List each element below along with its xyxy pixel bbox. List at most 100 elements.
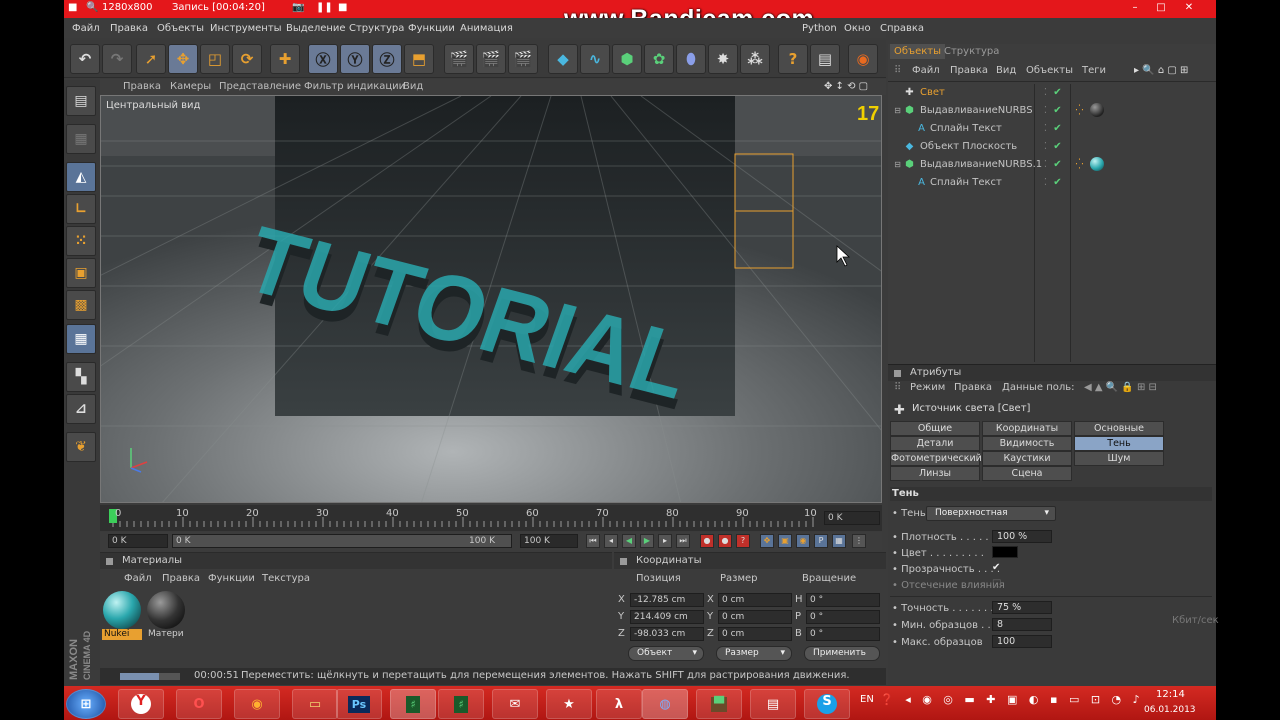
stop-icon[interactable]: ■ [338,2,347,13]
rotate-tool-button[interactable]: ⟳ [232,44,262,74]
keyframe-select-button[interactable]: ? [736,534,750,548]
end-frame-field[interactable]: 100 K [520,534,578,548]
object-row-extrude[interactable]: ⊟ ⬢ ВыдавливаниеNURBS ⁚ ✔ ⁛ [890,102,1212,120]
select-tool-button[interactable]: ➚ [136,44,166,74]
materials-menu-texture[interactable]: Текстура [262,573,310,584]
size-x-field[interactable]: 0 cm [718,593,792,607]
frame-range-slider[interactable]: 0 K 100 K [172,534,512,548]
layout-switch-button[interactable]: ◉ [848,44,878,74]
half-life-taskbar[interactable]: λ [596,689,642,719]
texture-mode-button[interactable]: ▦ [66,324,96,354]
key-param-button[interactable]: P [814,534,828,548]
layout-button[interactable]: ▤ [810,44,840,74]
size-y-field[interactable]: 0 cm [718,610,792,624]
object-row-text-spline-1[interactable]: A Сплайн Текст ⁚ ✔ [890,174,1212,192]
position-y-field[interactable]: 214.409 cm [630,610,704,624]
start-frame-field[interactable]: 0 K [108,534,168,548]
tray-icons[interactable]: ❓ ◂ ◉ ◎ ▬ ✚ ▣ ◐ ▪ ▭ ⊡ ◔ ♪ [880,693,1144,706]
play-button[interactable]: ▶ [640,534,654,548]
x-axis-button[interactable]: Ⓧ [308,44,338,74]
points-mode-button[interactable]: ⁙ [66,226,96,256]
attr-menu-edit[interactable]: Правка [954,382,992,393]
attr-menu-userdata[interactable]: Данные поль: [1002,382,1075,393]
polygons-mode-button[interactable]: ▩ [66,290,96,320]
object-row-extrude-1[interactable]: ⊟ ⬢ ВыдавливаниеNURBS.1 ⁚ ✔ ⁛ [890,156,1212,174]
objects-menu-file[interactable]: Файл [912,65,940,76]
tab-basic[interactable]: Общие [890,421,980,436]
tab-details[interactable]: Детали [890,436,980,451]
material-swatch[interactable]: Nukei [102,591,142,641]
objects-menu-view[interactable]: Вид [996,65,1016,76]
deformer-button[interactable]: ⬮ [676,44,706,74]
viewport-layout-button[interactable]: ▤ [66,86,96,116]
min-samples-field[interactable]: 8 [992,618,1052,631]
rotation-p-field[interactable]: 0 ° [806,610,880,624]
menu-animation[interactable]: Анимация [460,23,513,34]
language-indicator[interactable]: EN [860,694,874,705]
yandex-browser-taskbar[interactable]: Y [118,689,164,719]
visibility-dots-icon[interactable]: ⁚ [1040,159,1051,170]
visibility-dots-icon[interactable]: ⁚ [1040,141,1051,152]
camera-icon[interactable]: 📷 [292,2,304,13]
timeline-options-button[interactable]: ⋮ [852,534,866,548]
tab-shadow[interactable]: Тень [1074,436,1164,451]
viewport-menu-edit[interactable]: Правка [123,81,161,92]
menu-objects[interactable]: Объекты [157,23,204,34]
enabled-check-icon[interactable]: ✔ [1052,105,1063,116]
rotation-b-field[interactable]: 0 ° [806,627,880,641]
rotation-h-field[interactable]: 0 ° [806,593,880,607]
attr-menu-mode[interactable]: Режим [910,382,945,393]
pause-icon[interactable]: ❚❚ [316,2,333,13]
visibility-dots-icon[interactable]: ⁚ [1040,105,1051,116]
shadow-color-swatch[interactable] [992,546,1018,558]
apply-button[interactable]: Применить [804,646,880,661]
material-tag-icon[interactable] [1090,157,1104,171]
object-row-plane[interactable]: ◆ Объект Плоскость ⁚ ✔ [890,138,1212,156]
tab-noise[interactable]: Шум [1074,451,1164,466]
tab-scene[interactable]: Сцена [982,466,1072,481]
close-icon[interactable]: ✕ [1176,2,1202,16]
app-taskbar[interactable]: ♯ [438,689,484,719]
nurbs-button[interactable]: ⬢ [612,44,642,74]
enabled-check-icon[interactable]: ✔ [1052,177,1063,188]
model-mode-button[interactable]: ▦ [66,124,96,154]
coord-system-button[interactable]: ⬒ [404,44,434,74]
object-row-text-spline[interactable]: A Сплайн Текст ⁚ ✔ [890,120,1212,138]
coordinate-mode-dropdown[interactable]: Объект ▾ [628,646,704,661]
menu-tools[interactable]: Инструменты [210,23,282,34]
accuracy-field[interactable]: 75 % [992,601,1052,614]
z-axis-button[interactable]: Ⓩ [372,44,402,74]
sculpt-button[interactable]: ❦ [66,432,96,462]
menu-edit[interactable]: Правка [110,23,148,34]
y-axis-button[interactable]: Ⓨ [340,44,370,74]
autokey-button[interactable]: ● [718,534,732,548]
density-field[interactable]: 100 % [992,530,1052,543]
record-button[interactable]: ● [700,534,714,548]
viewport-menu-cameras[interactable]: Камеры [170,81,211,92]
clip-checkbox[interactable]: □ [992,578,1001,589]
tab-coordinates[interactable]: Координаты [982,421,1072,436]
materials-menu-edit[interactable]: Правка [162,573,200,584]
menu-selection[interactable]: Выделение [286,23,346,34]
attr-nav-icons[interactable]: ◀ ▲ 🔍 🔒 ⊞ ⊟ [1084,382,1157,393]
cinema4d-taskbar[interactable]: ♯ [390,689,436,719]
viewport-menu-view[interactable]: Вид [403,81,423,92]
render-picture-button[interactable]: 🎬 [476,44,506,74]
visibility-dots-icon[interactable]: ⁚ [1040,87,1051,98]
key-scale-button[interactable]: ▣ [778,534,792,548]
objects-toolbar-icons[interactable]: ▸ 🔍 ⌂ ▢ ⊞ [1134,65,1188,76]
phong-tag-icon[interactable]: ⁛ [1074,159,1085,170]
phong-tag-icon[interactable]: ⁛ [1074,105,1085,116]
next-key-button[interactable]: ▸ [658,534,672,548]
tab-caustics[interactable]: Каустики [982,451,1072,466]
firefox-taskbar[interactable]: ◉ [234,689,280,719]
tab-general[interactable]: Основные [1074,421,1164,436]
tab-structure[interactable]: Структура [940,44,1003,59]
key-rotation-button[interactable]: ◉ [796,534,810,548]
help-button[interactable]: ? [778,44,808,74]
render-settings-button[interactable]: 🎬 [508,44,538,74]
cube-button[interactable]: ◆ [548,44,578,74]
menu-file[interactable]: Файл [72,23,100,34]
size-mode-dropdown[interactable]: Размер ▾ [716,646,792,661]
opera-taskbar[interactable]: O [176,689,222,719]
